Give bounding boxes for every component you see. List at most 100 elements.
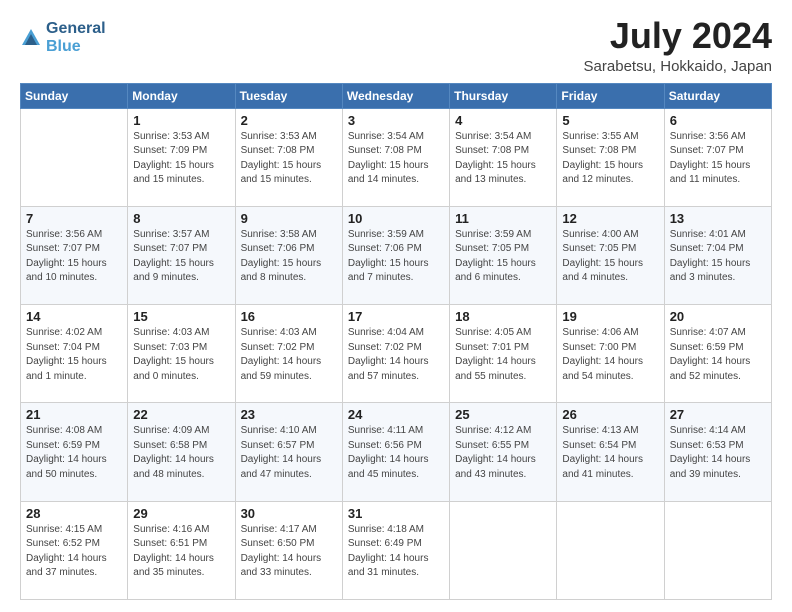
day-number: 6 <box>670 113 766 128</box>
day-number: 10 <box>348 211 444 226</box>
calendar-cell <box>557 501 664 599</box>
calendar-cell: 26 Sunrise: 4:13 AM Sunset: 6:54 PM Dayli… <box>557 403 664 501</box>
day-number: 14 <box>26 309 122 324</box>
day-number: 7 <box>26 211 122 226</box>
calendar-cell: 10 Sunrise: 3:59 AM Sunset: 7:06 PM Dayli… <box>342 206 449 304</box>
day-info: Sunrise: 4:05 AM Sunset: 7:01 PM Dayligh… <box>455 326 551 384</box>
calendar-cell: 6 Sunrise: 3:56 AM Sunset: 7:07 PM Daylig… <box>664 108 771 206</box>
day-info: Sunrise: 3:55 AM Sunset: 7:08 PM Dayligh… <box>562 130 658 188</box>
col-header-sunday: Sunday <box>21 83 128 108</box>
day-info: Sunrise: 4:16 AM Sunset: 6:51 PM Dayligh… <box>133 523 229 581</box>
day-number: 28 <box>26 506 122 521</box>
day-info: Sunrise: 4:10 AM Sunset: 6:57 PM Dayligh… <box>241 424 337 482</box>
logo-text: General Blue <box>46 20 106 56</box>
day-info: Sunrise: 4:08 AM Sunset: 6:59 PM Dayligh… <box>26 424 122 482</box>
calendar-cell <box>21 108 128 206</box>
month-title: July 2024 <box>584 16 772 56</box>
calendar-table: SundayMondayTuesdayWednesdayThursdayFrid… <box>20 83 772 600</box>
day-number: 22 <box>133 407 229 422</box>
location-subtitle: Sarabetsu, Hokkaido, Japan <box>584 58 772 75</box>
day-number: 1 <box>133 113 229 128</box>
day-number: 3 <box>348 113 444 128</box>
logo: General Blue <box>20 20 106 56</box>
day-info: Sunrise: 3:56 AM Sunset: 7:07 PM Dayligh… <box>670 130 766 188</box>
day-number: 29 <box>133 506 229 521</box>
calendar-cell: 20 Sunrise: 4:07 AM Sunset: 6:59 PM Dayli… <box>664 305 771 403</box>
calendar-cell: 22 Sunrise: 4:09 AM Sunset: 6:58 PM Dayli… <box>128 403 235 501</box>
col-header-thursday: Thursday <box>450 83 557 108</box>
day-info: Sunrise: 4:00 AM Sunset: 7:05 PM Dayligh… <box>562 228 658 286</box>
day-info: Sunrise: 4:07 AM Sunset: 6:59 PM Dayligh… <box>670 326 766 384</box>
day-info: Sunrise: 4:03 AM Sunset: 7:03 PM Dayligh… <box>133 326 229 384</box>
day-info: Sunrise: 4:11 AM Sunset: 6:56 PM Dayligh… <box>348 424 444 482</box>
calendar-week-2: 7 Sunrise: 3:56 AM Sunset: 7:07 PM Daylig… <box>21 206 772 304</box>
calendar-cell: 18 Sunrise: 4:05 AM Sunset: 7:01 PM Dayli… <box>450 305 557 403</box>
day-number: 12 <box>562 211 658 226</box>
day-number: 5 <box>562 113 658 128</box>
day-number: 20 <box>670 309 766 324</box>
calendar-cell: 12 Sunrise: 4:00 AM Sunset: 7:05 PM Dayli… <box>557 206 664 304</box>
col-header-monday: Monday <box>128 83 235 108</box>
day-number: 25 <box>455 407 551 422</box>
calendar-cell: 9 Sunrise: 3:58 AM Sunset: 7:06 PM Daylig… <box>235 206 342 304</box>
calendar-cell: 2Sunrise: 3:53 AM Sunset: 7:08 PM Daylig… <box>235 108 342 206</box>
day-info: Sunrise: 4:01 AM Sunset: 7:04 PM Dayligh… <box>670 228 766 286</box>
calendar-cell: 14 Sunrise: 4:02 AM Sunset: 7:04 PM Dayli… <box>21 305 128 403</box>
calendar-cell: 13 Sunrise: 4:01 AM Sunset: 7:04 PM Dayli… <box>664 206 771 304</box>
calendar-cell: 21 Sunrise: 4:08 AM Sunset: 6:59 PM Dayli… <box>21 403 128 501</box>
day-number: 18 <box>455 309 551 324</box>
calendar-header-row: SundayMondayTuesdayWednesdayThursdayFrid… <box>21 83 772 108</box>
day-number: 13 <box>670 211 766 226</box>
day-info: Sunrise: 4:17 AM Sunset: 6:50 PM Dayligh… <box>241 523 337 581</box>
day-info: Sunrise: 3:59 AM Sunset: 7:05 PM Dayligh… <box>455 228 551 286</box>
day-info: Sunrise: 4:14 AM Sunset: 6:53 PM Dayligh… <box>670 424 766 482</box>
calendar-cell: 27 Sunrise: 4:14 AM Sunset: 6:53 PM Dayli… <box>664 403 771 501</box>
calendar-cell: 28Sunrise: 4:15 AM Sunset: 6:52 PM Dayli… <box>21 501 128 599</box>
day-info: Sunrise: 4:04 AM Sunset: 7:02 PM Dayligh… <box>348 326 444 384</box>
day-info: Sunrise: 3:53 AM Sunset: 7:08 PM Dayligh… <box>241 130 337 188</box>
day-number: 23 <box>241 407 337 422</box>
col-header-saturday: Saturday <box>664 83 771 108</box>
day-info: Sunrise: 4:13 AM Sunset: 6:54 PM Dayligh… <box>562 424 658 482</box>
calendar-week-3: 14 Sunrise: 4:02 AM Sunset: 7:04 PM Dayli… <box>21 305 772 403</box>
calendar-week-1: 1Sunrise: 3:53 AM Sunset: 7:09 PM Daylig… <box>21 108 772 206</box>
calendar-cell: 3 Sunrise: 3:54 AM Sunset: 7:08 PM Daylig… <box>342 108 449 206</box>
day-info: Sunrise: 3:54 AM Sunset: 7:08 PM Dayligh… <box>348 130 444 188</box>
day-number: 24 <box>348 407 444 422</box>
col-header-wednesday: Wednesday <box>342 83 449 108</box>
calendar-week-5: 28Sunrise: 4:15 AM Sunset: 6:52 PM Dayli… <box>21 501 772 599</box>
day-number: 30 <box>241 506 337 521</box>
day-number: 21 <box>26 407 122 422</box>
col-header-friday: Friday <box>557 83 664 108</box>
day-number: 8 <box>133 211 229 226</box>
calendar-cell: 15Sunrise: 4:03 AM Sunset: 7:03 PM Dayli… <box>128 305 235 403</box>
day-number: 31 <box>348 506 444 521</box>
calendar-cell: 5 Sunrise: 3:55 AM Sunset: 7:08 PM Daylig… <box>557 108 664 206</box>
day-number: 11 <box>455 211 551 226</box>
day-number: 27 <box>670 407 766 422</box>
day-info: Sunrise: 4:03 AM Sunset: 7:02 PM Dayligh… <box>241 326 337 384</box>
day-number: 4 <box>455 113 551 128</box>
day-info: Sunrise: 4:18 AM Sunset: 6:49 PM Dayligh… <box>348 523 444 581</box>
calendar-cell: 17Sunrise: 4:04 AM Sunset: 7:02 PM Dayli… <box>342 305 449 403</box>
day-info: Sunrise: 4:02 AM Sunset: 7:04 PM Dayligh… <box>26 326 122 384</box>
calendar-cell: 8Sunrise: 3:57 AM Sunset: 7:07 PM Daylig… <box>128 206 235 304</box>
day-info: Sunrise: 3:58 AM Sunset: 7:06 PM Dayligh… <box>241 228 337 286</box>
header: General Blue July 2024 Sarabetsu, Hokkai… <box>20 16 772 75</box>
day-number: 19 <box>562 309 658 324</box>
day-number: 9 <box>241 211 337 226</box>
day-number: 26 <box>562 407 658 422</box>
calendar-cell <box>664 501 771 599</box>
calendar-cell: 19Sunrise: 4:06 AM Sunset: 7:00 PM Dayli… <box>557 305 664 403</box>
logo-icon <box>20 27 42 49</box>
day-info: Sunrise: 3:59 AM Sunset: 7:06 PM Dayligh… <box>348 228 444 286</box>
calendar-week-4: 21 Sunrise: 4:08 AM Sunset: 6:59 PM Dayli… <box>21 403 772 501</box>
calendar-cell: 7 Sunrise: 3:56 AM Sunset: 7:07 PM Daylig… <box>21 206 128 304</box>
col-header-tuesday: Tuesday <box>235 83 342 108</box>
calendar-cell: 1Sunrise: 3:53 AM Sunset: 7:09 PM Daylig… <box>128 108 235 206</box>
day-info: Sunrise: 4:09 AM Sunset: 6:58 PM Dayligh… <box>133 424 229 482</box>
title-block: July 2024 Sarabetsu, Hokkaido, Japan <box>584 16 772 75</box>
calendar-cell: 31 Sunrise: 4:18 AM Sunset: 6:49 PM Dayli… <box>342 501 449 599</box>
calendar-cell <box>450 501 557 599</box>
day-info: Sunrise: 3:56 AM Sunset: 7:07 PM Dayligh… <box>26 228 122 286</box>
